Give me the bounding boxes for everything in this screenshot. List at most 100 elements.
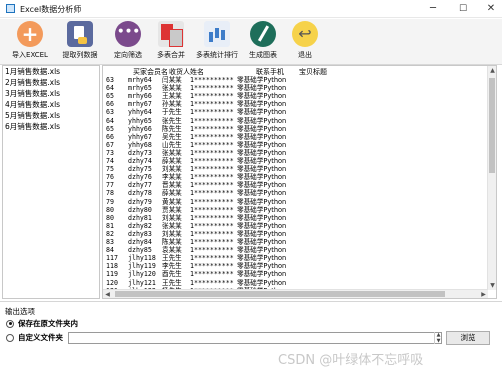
table-cell: 零基础学Python	[237, 270, 287, 279]
table-cell: 零基础学Python	[237, 165, 287, 174]
table-cell: 零基础学Python	[237, 132, 287, 141]
table-cell: 73	[106, 148, 114, 157]
table-cell: yhhy68	[128, 140, 152, 149]
table-cell: 陈某某	[162, 238, 182, 246]
table-cell: dzhy76	[128, 173, 152, 182]
scroll-up-icon[interactable]: ▲	[488, 66, 496, 75]
app-icon	[6, 4, 15, 13]
table-cell: 1**********	[190, 148, 234, 157]
extract-column-label: 提取列数据	[62, 51, 98, 59]
table-cell: 1**********	[190, 157, 234, 165]
table-cell: 1**********	[190, 229, 234, 238]
table-cell: 山先生	[162, 140, 182, 149]
table-cell: 1**********	[190, 278, 234, 287]
maximize-button[interactable]: ☐	[450, 0, 476, 18]
table-cell: 李某某	[162, 173, 182, 182]
generate-chart-button[interactable]: 生成图表	[243, 21, 283, 63]
file-list[interactable]: 1月销售数据.xls 2月销售数据.xls 3月销售数据.xls 4月销售数据.…	[2, 65, 100, 299]
merge-tables-label: 多表合并	[157, 51, 185, 59]
radio-button[interactable]	[6, 333, 14, 342]
table-cell: 1**********	[190, 270, 234, 279]
table-cell: 76	[106, 173, 114, 182]
table-cell: 1**********	[190, 238, 234, 246]
table-cell: 黄某某	[162, 197, 182, 206]
plus-icon	[17, 21, 43, 47]
table-cell: 65	[106, 124, 114, 133]
table-cell: 1**********	[190, 132, 234, 141]
exit-label: 退出	[298, 51, 312, 59]
file-list-item[interactable]: 4月销售数据.xls	[3, 99, 99, 110]
table-cell: 王先生	[162, 278, 182, 287]
divider	[0, 301, 502, 302]
extract-column-button[interactable]: 提取列数据	[58, 21, 102, 63]
import-excel-label: 导入EXCEL	[12, 51, 48, 59]
table-cell: 117	[106, 254, 118, 263]
vertical-scrollbar[interactable]: ▲ ▼	[487, 66, 496, 290]
close-button[interactable]: ✕	[478, 0, 502, 18]
table-cell: 1**********	[190, 140, 234, 149]
scroll-down-icon[interactable]: ▼	[488, 281, 496, 290]
table-cell: 119	[106, 270, 118, 279]
table-cell: 薛某某	[162, 189, 182, 198]
table-cell: 零基础学Python	[237, 238, 287, 246]
table-cell: dzhy78	[128, 189, 152, 198]
table-cell: 84	[106, 246, 114, 255]
table-cell: 零基础学Python	[237, 197, 287, 206]
file-list-item[interactable]: 2月销售数据.xls	[3, 77, 99, 88]
import-excel-button[interactable]: 导入EXCEL	[8, 21, 52, 63]
file-list-item[interactable]: 3月销售数据.xls	[3, 88, 99, 99]
table-cell: 刘某某	[162, 165, 182, 174]
table-cell: dzhy75	[128, 165, 152, 174]
table-cell: 零基础学Python	[237, 229, 287, 238]
extract-column-icon	[67, 21, 93, 47]
horizontal-scroll-thumb[interactable]	[115, 291, 445, 297]
file-list-item[interactable]: 1月销售数据.xls	[3, 66, 99, 77]
option-save-original[interactable]: 保存在原文件夹内	[6, 318, 78, 329]
scroll-right-icon[interactable]: ▶	[479, 290, 488, 298]
table-cell: 零基础学Python	[237, 92, 287, 101]
table-cell: 65	[106, 92, 114, 101]
table-cell: 64	[106, 84, 114, 93]
table-cell: 1**********	[190, 84, 234, 93]
merge-tables-button[interactable]: 多表合并	[151, 21, 191, 63]
table-cell: 63	[106, 76, 114, 84]
option-custom-folder[interactable]: 自定义文件夹	[6, 332, 63, 343]
targeted-filter-label: 定向筛选	[114, 51, 142, 59]
table-cell: 张某某	[162, 148, 182, 157]
table-cell: jlhy120	[128, 270, 156, 279]
table-cell: 零基础学Python	[237, 148, 287, 157]
spin-arrows[interactable]: ▲ ▼	[434, 332, 442, 344]
table-cell: yhhy65	[128, 116, 152, 125]
table-cell: 零基础学Python	[237, 124, 287, 133]
file-list-item[interactable]: 6月销售数据.xls	[3, 121, 99, 132]
table-cell: 74	[106, 157, 114, 165]
table-cell: 零基础学Python	[237, 246, 287, 255]
browse-button[interactable]: 浏览	[446, 331, 490, 345]
horizontal-scrollbar[interactable]: ◀ ▶	[103, 289, 488, 298]
table-cell: jlhy118	[128, 254, 156, 263]
table-cell: 1**********	[190, 173, 234, 182]
table-cell: 刘某某	[162, 229, 182, 238]
radio-button[interactable]	[6, 319, 14, 328]
folder-path-input[interactable]	[68, 332, 442, 344]
scroll-left-icon[interactable]: ◀	[103, 290, 112, 298]
targeted-filter-button[interactable]: 定向筛选	[108, 21, 148, 63]
stats-icon	[204, 21, 230, 47]
vertical-scroll-thumb[interactable]	[489, 78, 495, 173]
data-grid[interactable]: 买家会员名 收货人姓名 联系手机 宝贝标题 63 mrhy64 闫某某 1******…	[102, 65, 497, 299]
minimize-button[interactable]: ─	[420, 0, 446, 18]
table-cell: dzhy81	[128, 213, 152, 222]
table-cell: 零基础学Python	[237, 76, 287, 84]
output-options-title: 输出选项	[5, 307, 35, 316]
exit-button[interactable]: 退出	[287, 21, 323, 63]
table-cell: yhhy67	[128, 132, 152, 141]
table-cell: 81	[106, 221, 114, 230]
file-list-item[interactable]: 5月销售数据.xls	[3, 110, 99, 121]
table-cell: 零基础学Python	[237, 140, 287, 149]
table-cell: 闫某某	[162, 76, 182, 84]
multi-table-stats-button[interactable]: 多表统计排行	[192, 21, 242, 63]
table-cell: 120	[106, 278, 118, 287]
table-cell: 75	[106, 165, 114, 174]
table-cell: 1**********	[190, 205, 234, 214]
generate-chart-label: 生成图表	[249, 51, 277, 59]
